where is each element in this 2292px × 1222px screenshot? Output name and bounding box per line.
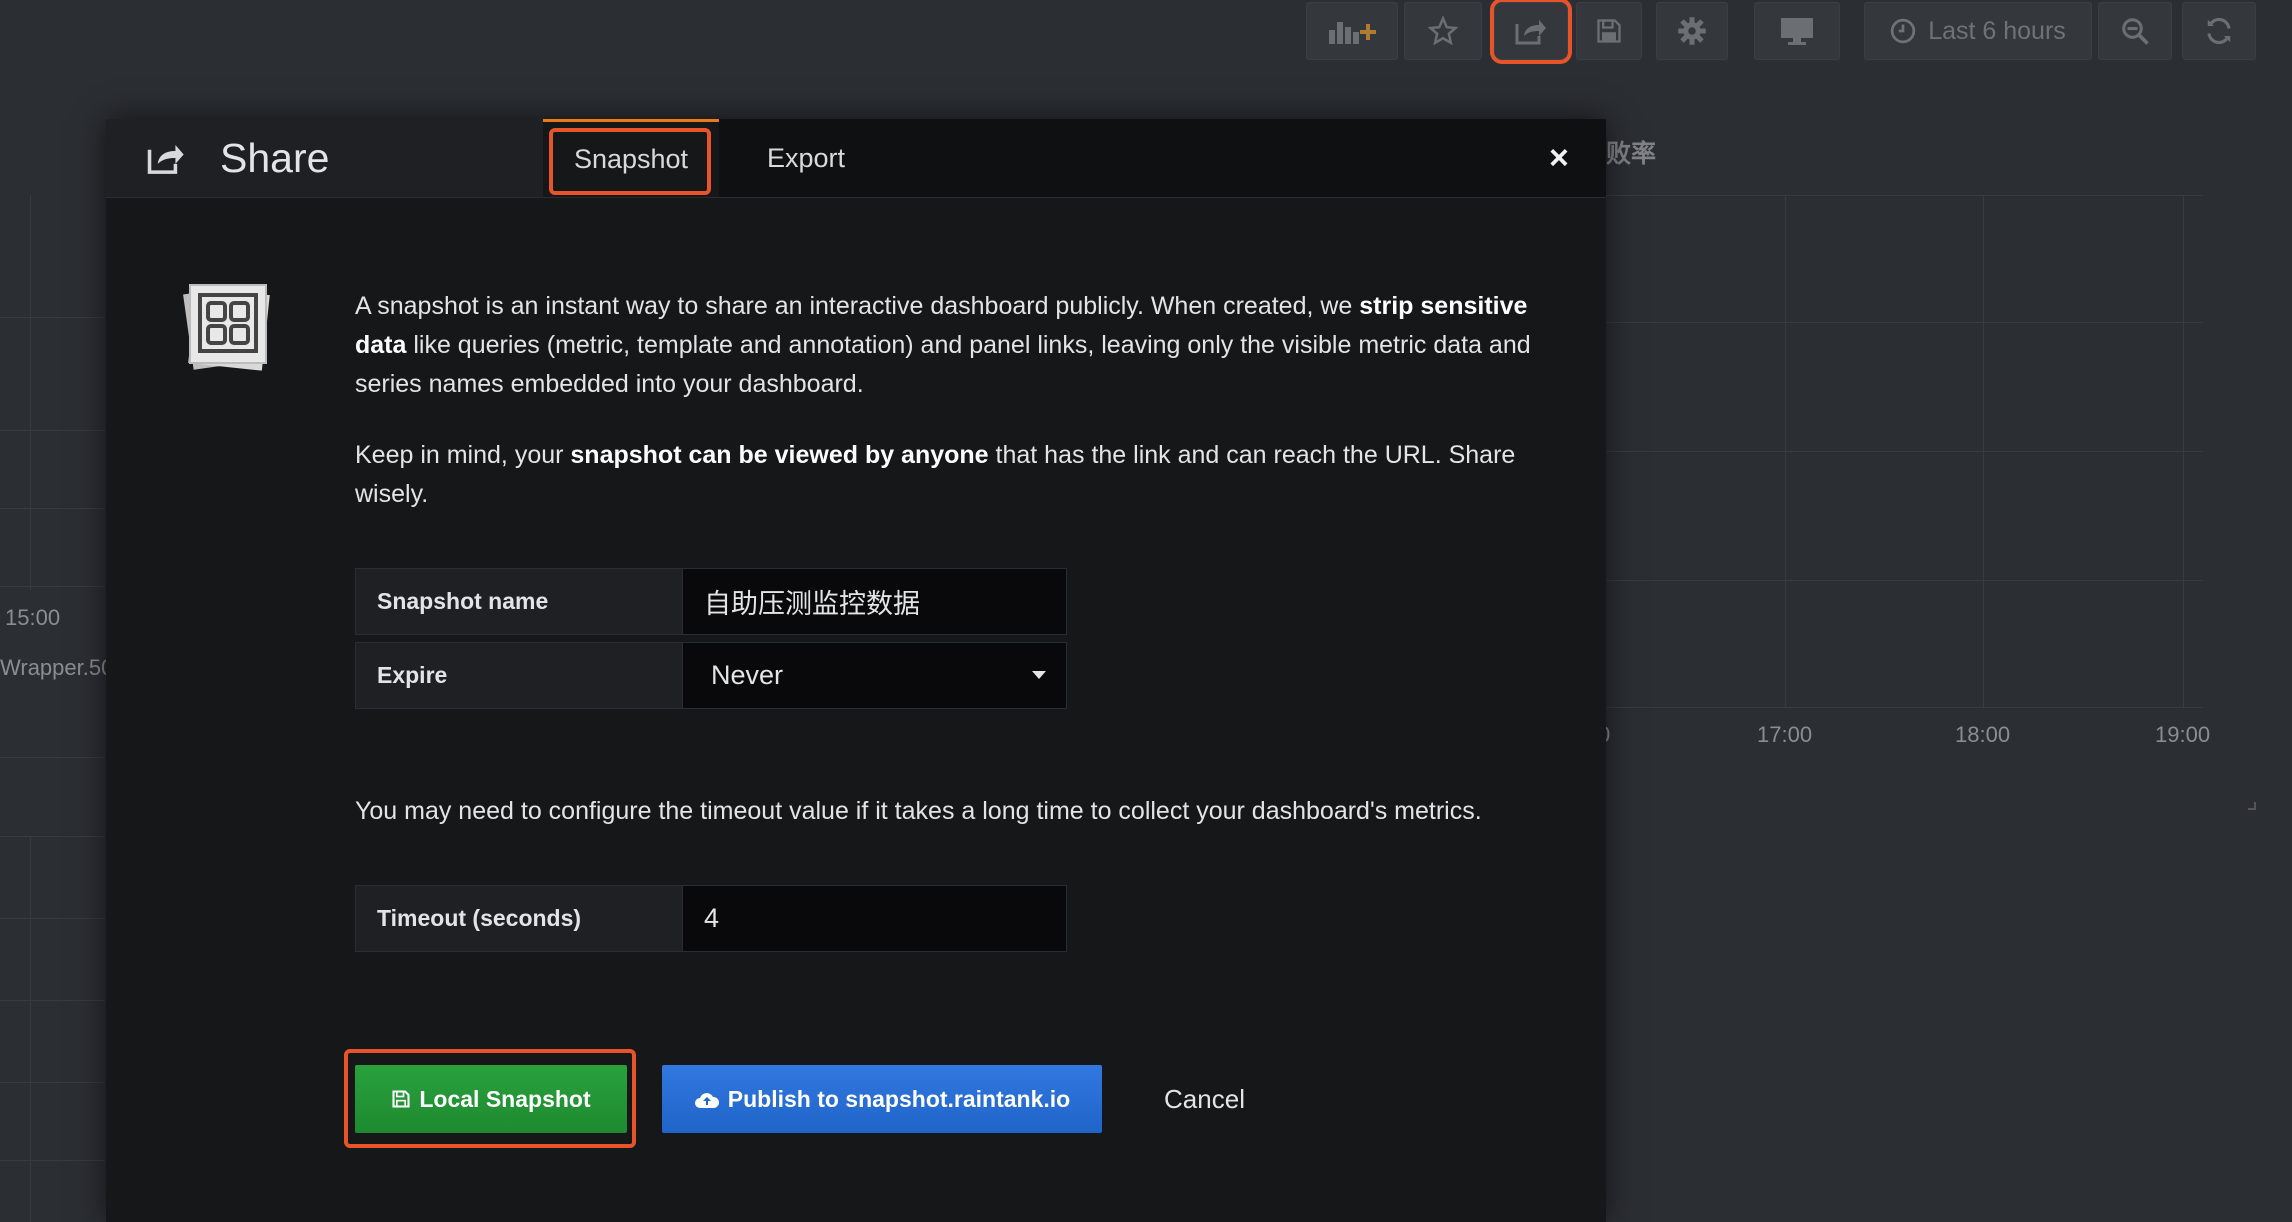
expire-value: Never <box>711 660 784 690</box>
publish-label: Publish to snapshot.raintank.io <box>727 1085 1071 1112</box>
share-modal: Share Link Snapshot Export × A snapshot … <box>106 119 1606 1222</box>
grid-line <box>0 586 105 587</box>
grid-line <box>30 195 31 590</box>
add-panel-icon <box>1329 22 1376 44</box>
grid-line <box>0 1000 105 1001</box>
grid-line <box>1606 707 2203 708</box>
grid-line <box>0 1082 105 1083</box>
modal-title-area: Share <box>106 119 543 197</box>
top-navbar: Last 6 hours <box>0 0 2292 66</box>
snapshot-name-input[interactable]: 自助压测监控数据 <box>683 568 1067 635</box>
refresh-button[interactable] <box>2182 2 2256 60</box>
grid-line <box>1606 322 2203 323</box>
time-picker-button[interactable]: Last 6 hours <box>1864 2 2092 60</box>
zoom-out-button[interactable] <box>2098 2 2172 60</box>
desc-text: Keep in mind, your <box>355 441 571 469</box>
grid-line <box>0 836 105 837</box>
highlight-box <box>549 128 711 195</box>
desc-text: like queries (metric, template and annot… <box>355 331 1531 398</box>
close-button[interactable]: × <box>1549 139 1569 178</box>
timeout-input[interactable]: 4 <box>683 885 1067 952</box>
legend-series-label[interactable]: Wrapper.50 <box>0 655 113 681</box>
snapshot-icon <box>183 284 270 371</box>
snapshot-name-row: Snapshot name 自助压测监控数据 <box>355 568 1067 635</box>
grid-line <box>0 508 105 509</box>
timeout-label: Timeout (seconds) <box>355 885 683 952</box>
local-snapshot-button[interactable]: Local Snapshot <box>355 1065 627 1133</box>
x-tick-label: 19:00 <box>2155 722 2211 747</box>
save-icon <box>1597 19 1621 43</box>
expire-select[interactable]: Never <box>683 642 1067 709</box>
panel-title[interactable]: 败率 <box>1606 134 1656 170</box>
snapshot-description: A snapshot is an instant way to share an… <box>355 287 1555 404</box>
star-icon <box>1428 16 1458 46</box>
timeout-row: Timeout (seconds) 4 <box>355 885 1067 952</box>
publish-snapshot-button[interactable]: Publish to snapshot.raintank.io <box>662 1065 1102 1133</box>
save-icon <box>392 1090 410 1108</box>
desc-emphasis: snapshot can be viewed by anyone <box>570 441 989 469</box>
expire-row: Expire Never <box>355 642 1067 709</box>
share-icon <box>1515 20 1546 45</box>
desc-text: A snapshot is an instant way to share an… <box>355 292 1360 320</box>
star-button[interactable] <box>1404 2 1482 60</box>
save-button[interactable] <box>1576 2 1642 60</box>
grid-line <box>0 317 105 318</box>
grid-line <box>1606 580 2203 581</box>
snapshot-name-label: Snapshot name <box>355 568 683 635</box>
zoom-out-icon <box>2122 18 2149 45</box>
time-range-label: Last 6 hours <box>1928 16 2066 45</box>
x-tick-label: 18:00 <box>1955 722 2011 747</box>
add-panel-button[interactable] <box>1306 2 1398 60</box>
snapshot-warning: Keep in mind, your snapshot can be viewe… <box>355 436 1555 514</box>
modal-title: Share <box>220 134 330 181</box>
timeout-note: You may need to configure the timeout va… <box>355 797 1482 825</box>
settings-button[interactable] <box>1656 2 1728 60</box>
expire-label: Expire <box>355 642 683 709</box>
grid-line <box>30 836 31 1222</box>
grid-line <box>0 1160 105 1161</box>
panel-resize-handle[interactable] <box>2248 802 2256 810</box>
share-button[interactable] <box>1490 0 1572 64</box>
grid-line <box>1606 451 2203 452</box>
refresh-icon <box>2207 17 2231 45</box>
share-icon <box>147 145 184 174</box>
x-tick-label: 17:00 <box>1757 722 1813 747</box>
tab-export[interactable]: Export <box>726 119 886 197</box>
clock-icon <box>1891 18 1916 44</box>
modal-header: Share Link Snapshot Export × <box>106 119 1606 198</box>
chevron-down-icon <box>1032 671 1046 679</box>
grid-line <box>0 918 105 919</box>
cancel-button[interactable]: Cancel <box>1147 1065 1262 1133</box>
tab-snapshot[interactable]: Snapshot <box>543 119 719 197</box>
x-tick-label: 15:00 <box>5 605 61 630</box>
grid-line <box>1606 195 2203 196</box>
local-snapshot-label: Local Snapshot <box>419 1085 591 1112</box>
monitor-icon <box>1781 18 1813 45</box>
grid-line <box>0 757 105 758</box>
grid-line <box>0 430 105 431</box>
gear-icon <box>1678 17 1706 45</box>
cloud-upload-icon <box>694 1093 719 1108</box>
tv-mode-button[interactable] <box>1754 2 1840 60</box>
